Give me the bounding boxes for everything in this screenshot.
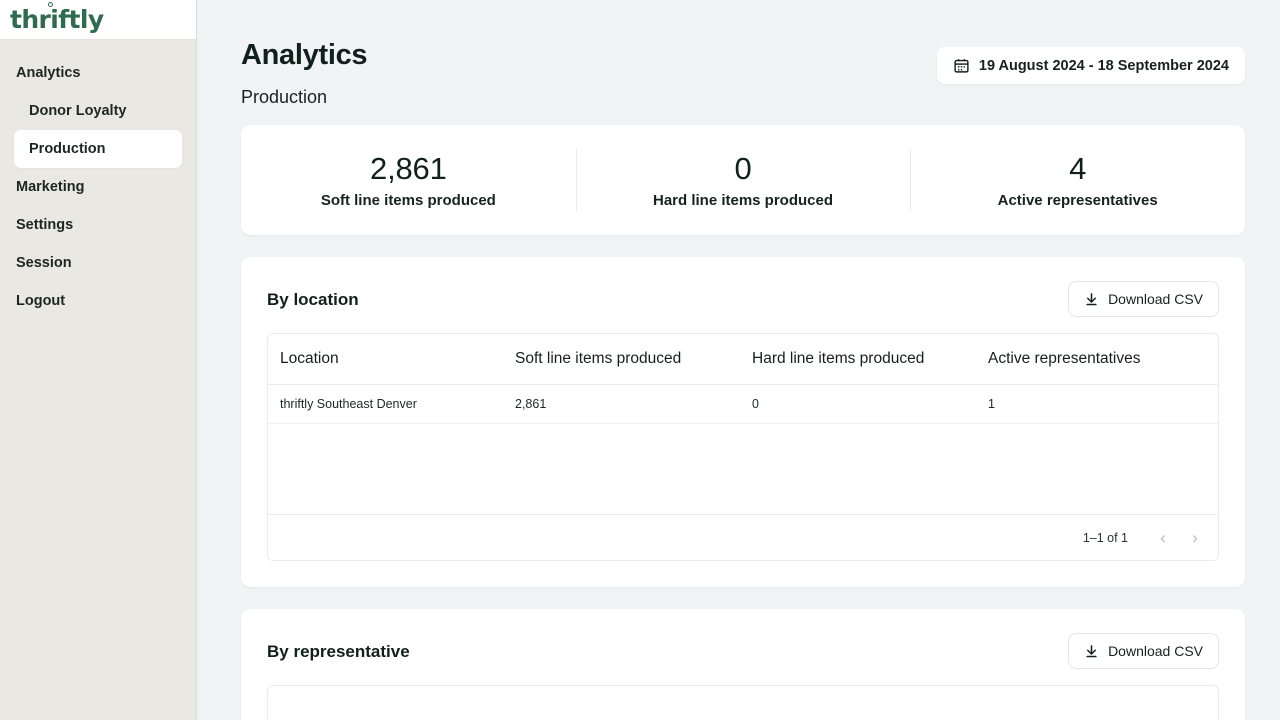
summary-stats-card: 2,861 Soft line items produced 0 Hard li… <box>241 125 1245 235</box>
logo-bar: thriftly <box>0 0 196 40</box>
by-location-header: By location Download CSV <box>267 281 1219 317</box>
download-csv-button-location[interactable]: Download CSV <box>1068 281 1219 317</box>
stat-soft-line-items: 2,861 Soft line items produced <box>241 147 576 213</box>
column-header-location: Location <box>268 334 503 385</box>
main-content: Analytics Production 19 August 2024 - 18… <box>197 0 1280 720</box>
page-header: Analytics Production 19 August 2024 - 18… <box>241 0 1245 108</box>
column-header-soft-line-items: Soft line items produced <box>503 334 740 385</box>
stat-value: 4 <box>1069 150 1087 186</box>
cell-active-representatives: 1 <box>976 384 1218 424</box>
app-root: thriftly Analytics Donor Loyalty Product… <box>0 0 1280 720</box>
table-pagination: 1–1 of 1 ‹ › <box>268 515 1218 560</box>
sidebar-item-session[interactable]: Session <box>0 244 196 282</box>
sidebar-nav: Analytics Donor Loyalty Production Marke… <box>0 40 196 320</box>
by-location-table: Location Soft line items produced Hard l… <box>268 334 1218 424</box>
sidebar-item-logout[interactable]: Logout <box>0 282 196 320</box>
logo-dot-icon <box>48 2 53 7</box>
page-title: Analytics <box>241 39 368 71</box>
chevron-left-icon[interactable]: ‹ <box>1150 525 1176 551</box>
date-range-label: 19 August 2024 - 18 September 2024 <box>978 57 1229 74</box>
by-location-table-wrap: Location Soft line items produced Hard l… <box>267 333 1219 561</box>
stat-value: 2,861 <box>370 150 447 186</box>
stat-active-representatives: 4 Active representatives <box>910 147 1245 213</box>
by-representative-title: By representative <box>267 641 410 661</box>
sidebar-item-settings[interactable]: Settings <box>0 206 196 244</box>
page-heading-group: Analytics Production <box>241 38 368 108</box>
table-head: Location Soft line items produced Hard l… <box>268 334 1218 385</box>
brand-logo-text: thriftly <box>10 5 104 34</box>
table-row[interactable]: thriftly Southeast Denver 2,861 0 1 <box>268 384 1218 424</box>
sidebar: thriftly Analytics Donor Loyalty Product… <box>0 0 197 720</box>
by-representative-header: By representative Download CSV <box>267 633 1219 669</box>
cell-location: thriftly Southeast Denver <box>268 384 503 424</box>
stat-label: Active representatives <box>997 191 1158 209</box>
by-representative-table-placeholder <box>268 686 1218 720</box>
table-body: thriftly Southeast Denver 2,861 0 1 <box>268 384 1218 424</box>
sidebar-item-marketing[interactable]: Marketing <box>0 168 196 206</box>
by-location-card: By location Download CSV Location Soft l… <box>241 257 1245 587</box>
download-icon <box>1084 644 1099 659</box>
page-subtitle: Production <box>241 87 328 107</box>
by-representative-table-wrap <box>267 685 1219 720</box>
calendar-icon <box>953 57 970 74</box>
stat-label: Soft line items produced <box>320 191 496 209</box>
pagination-count: 1–1 of 1 <box>1082 530 1128 545</box>
stat-value: 0 <box>734 150 752 186</box>
download-icon <box>1084 292 1099 307</box>
table-empty-space <box>268 424 1218 515</box>
cell-soft-line-items: 2,861 <box>503 384 740 424</box>
date-range-picker[interactable]: 19 August 2024 - 18 September 2024 <box>936 47 1245 84</box>
sidebar-item-analytics[interactable]: Analytics <box>0 54 196 92</box>
column-header-hard-line-items: Hard line items produced <box>740 334 976 385</box>
download-csv-label: Download CSV <box>1108 291 1203 307</box>
table-header-row: Location Soft line items produced Hard l… <box>268 334 1218 385</box>
chevron-right-icon[interactable]: › <box>1182 525 1208 551</box>
download-csv-label: Download CSV <box>1108 643 1203 659</box>
by-representative-card: By representative Download CSV <box>241 609 1245 720</box>
by-location-title: By location <box>267 289 359 309</box>
cell-hard-line-items: 0 <box>740 384 976 424</box>
sidebar-item-donor-loyalty[interactable]: Donor Loyalty <box>0 92 196 130</box>
download-csv-button-representative[interactable]: Download CSV <box>1068 633 1219 669</box>
sidebar-item-production[interactable]: Production <box>14 130 182 168</box>
column-header-active-representatives: Active representatives <box>976 334 1218 385</box>
brand-logo[interactable]: thriftly <box>10 2 104 34</box>
stat-label: Hard line items produced <box>652 191 834 209</box>
stat-hard-line-items: 0 Hard line items produced <box>575 147 911 213</box>
